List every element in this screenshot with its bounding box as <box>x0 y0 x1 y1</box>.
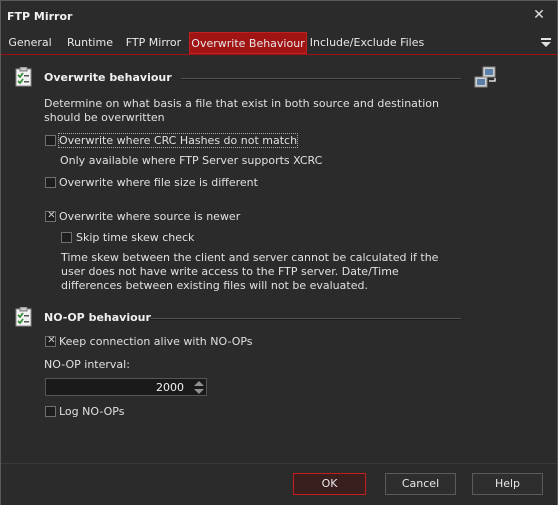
checklist-icon <box>15 307 32 327</box>
close-icon[interactable]: ✕ <box>531 7 547 23</box>
spinner-buttons[interactable] <box>192 379 206 395</box>
log-noops-checkbox-label[interactable]: Log NO-OPs <box>59 405 124 418</box>
noop-interval-value[interactable]: 2000 <box>156 381 184 394</box>
section-divider <box>181 78 461 80</box>
tab-include-exclude-files[interactable]: Include/Exclude Files <box>309 32 425 54</box>
tab-overflow-menu-icon[interactable] <box>541 36 551 48</box>
tab-overwrite-behaviour[interactable]: Overwrite Behaviour <box>189 32 307 54</box>
keep-alive-checkbox-label[interactable]: Keep connection alive with NO-OPs <box>59 335 253 348</box>
spin-down-icon[interactable] <box>194 389 204 394</box>
section-divider <box>151 318 461 320</box>
time-skew-note: Time skew between the client and server … <box>61 251 439 292</box>
crc-checkbox[interactable] <box>45 135 56 146</box>
crc-checkbox-label[interactable]: Overwrite where CRC Hashes do not match <box>57 133 299 148</box>
dialog-footer: OK Cancel Help <box>1 463 557 505</box>
tab-general[interactable]: General <box>3 32 57 54</box>
check-mark-icon: ✕ <box>47 335 56 346</box>
tab-runtime[interactable]: Runtime <box>60 32 120 54</box>
spin-up-icon[interactable] <box>194 381 204 386</box>
noop-section-title: NO-OP behaviour <box>44 311 151 324</box>
tab-ftp-mirror[interactable]: FTP Mirror <box>120 32 187 54</box>
cancel-button[interactable]: Cancel <box>385 473 456 495</box>
keep-alive-checkbox[interactable]: ✕ <box>45 335 56 347</box>
ok-button[interactable]: OK <box>293 473 366 495</box>
overwrite-section-title: Overwrite behaviour <box>44 71 172 84</box>
source-newer-checkbox-label[interactable]: Overwrite where source is newer <box>59 210 240 223</box>
dialog-window: FTP Mirror ✕ General Runtime FTP Mirror … <box>0 0 558 505</box>
noop-interval-spinner[interactable]: 2000 <box>45 378 207 396</box>
overwrite-description: Determine on what basis a file that exis… <box>44 97 439 124</box>
ftp-mirror-icon <box>474 66 496 88</box>
tab-bar: General Runtime FTP Mirror Overwrite Beh… <box>1 32 557 55</box>
tab-content-overwrite-behaviour: Overwrite behaviour Determine on what ba… <box>1 55 557 462</box>
checklist-icon <box>15 67 32 87</box>
title-bar: FTP Mirror ✕ <box>1 1 557 32</box>
check-mark-icon: ✕ <box>47 210 56 221</box>
log-noops-checkbox[interactable] <box>45 406 56 417</box>
file-size-checkbox-label[interactable]: Overwrite where file size is different <box>59 176 258 189</box>
noop-interval-label: NO-OP interval: <box>44 358 130 371</box>
help-button[interactable]: Help <box>472 473 543 495</box>
skip-time-skew-checkbox[interactable] <box>61 232 72 243</box>
crc-note: Only available where FTP Server supports… <box>60 154 323 167</box>
source-newer-checkbox[interactable]: ✕ <box>45 210 56 222</box>
window-title: FTP Mirror <box>7 10 73 23</box>
skip-time-skew-checkbox-label[interactable]: Skip time skew check <box>76 231 194 244</box>
file-size-checkbox[interactable] <box>45 177 56 188</box>
